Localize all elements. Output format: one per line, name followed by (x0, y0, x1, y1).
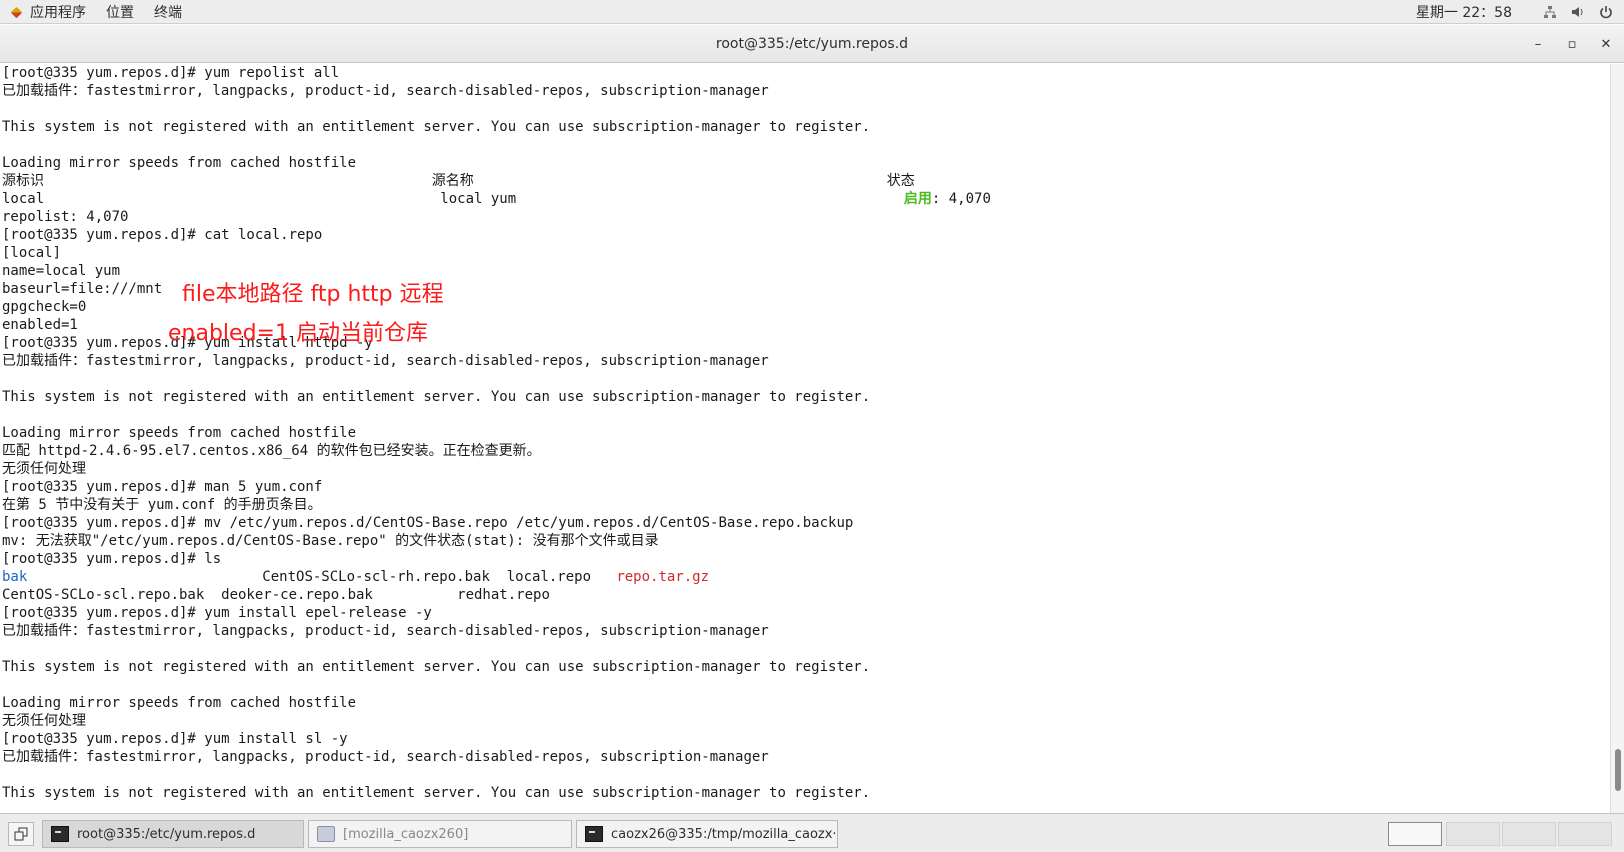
terminal-line: [root@335 yum.repos.d]# man 5 yum.conf (2, 479, 323, 495)
terminal-line: Loading mirror speeds from cached hostfi… (2, 155, 357, 171)
maximize-button[interactable]: ▫ (1562, 34, 1582, 54)
terminal-line: [root@335 yum.repos.d]# yum install sl -… (2, 731, 348, 747)
workspace-4[interactable] (1558, 822, 1612, 846)
terminal-line: Loading mirror speeds from cached hostfi… (2, 695, 357, 711)
bottom-panel: root@335:/etc/yum.repos.d [mozilla_caozx… (0, 813, 1624, 852)
terminal-line: This system is not registered with an en… (2, 119, 871, 135)
minimize-icon: – (1534, 36, 1542, 52)
terminal-menu[interactable]: 终端 (144, 0, 192, 24)
places-menu-label: 位置 (106, 4, 134, 21)
applications-menu[interactable]: 应用程序 (0, 0, 96, 24)
terminal-line: repolist: 4,070 (2, 209, 129, 225)
workspace-1[interactable] (1388, 822, 1442, 846)
close-button[interactable]: ✕ (1596, 34, 1616, 54)
applications-menu-label: 应用程序 (30, 4, 86, 21)
baseurl-annotation: file本地路径 ftp http 远程 (182, 282, 444, 307)
taskbar-item-folder[interactable]: [mozilla_caozx260] (308, 820, 572, 848)
terminal-line: 在第 5 节中没有关于 yum.conf 的手册页条目。 (2, 497, 322, 513)
network-icon[interactable] (1542, 4, 1558, 20)
power-icon[interactable] (1598, 4, 1614, 20)
task-label: root@335:/etc/yum.repos.d (77, 826, 256, 842)
minimize-button[interactable]: – (1528, 34, 1548, 54)
task-label: [mozilla_caozx260] (343, 826, 469, 842)
top-panel: 应用程序 位置 终端 星期一 22：58 (0, 0, 1624, 24)
ls-archive: repo.tar.gz (616, 569, 710, 585)
window-titlebar[interactable]: root@335:/etc/yum.repos.d – ▫ ✕ (0, 25, 1624, 63)
clock[interactable]: 星期一 22：58 (1416, 2, 1512, 22)
window-title: root@335:/etc/yum.repos.d (715, 36, 909, 52)
taskbar-item-terminal-tmp[interactable]: caozx26@335:/tmp/mozilla_caozx··· (576, 820, 838, 848)
task-label: caozx26@335:/tmp/mozilla_caozx··· (611, 826, 838, 842)
places-menu[interactable]: 位置 (96, 0, 144, 24)
terminal-output[interactable]: [root@335 yum.repos.d]# yum repolist all… (0, 64, 1610, 813)
ls-dir-bak: bak (2, 569, 28, 585)
workspace-3[interactable] (1502, 822, 1556, 846)
maximize-icon: ▫ (1567, 36, 1577, 52)
scrollbar-thumb[interactable] (1615, 749, 1621, 791)
ls-output-row: bak CentOS-SCLo-scl-rh.repo.bak local.rep… (2, 568, 1610, 586)
terminal-line: [root@335 yum.repos.d]# ls (2, 551, 222, 567)
terminal-line: [local] (2, 245, 62, 261)
terminal-line: 已加载插件：fastestmirror, langpacks, product-… (2, 83, 769, 99)
repolist-row: local local yum 启用: 4,070 (2, 190, 1610, 208)
terminal-line: [root@335 yum.repos.d]# yum install epel… (2, 605, 432, 621)
close-icon: ✕ (1600, 36, 1612, 52)
terminal-line: This system is not registered with an en… (2, 659, 871, 675)
repo-status-enabled: 启用 (903, 191, 932, 207)
terminal-line: This system is not registered with an en… (2, 785, 871, 801)
terminal-line: This system is not registered with an en… (2, 389, 871, 405)
terminal-line: mv: 无法获取"/etc/yum.repos.d/CentOS-Base.re… (2, 533, 659, 549)
ls-files: CentOS-SCLo-scl-rh.repo.bak local.repo (262, 569, 617, 585)
applications-icon (10, 5, 24, 19)
terminal-line: [root@335 yum.repos.d]# yum repolist all (2, 65, 340, 81)
volume-icon[interactable] (1570, 4, 1586, 20)
terminal-line: 无须任何处理 (2, 713, 86, 729)
terminal-icon (585, 826, 603, 842)
show-desktop-button[interactable] (8, 822, 34, 846)
show-desktop-icon (14, 827, 28, 841)
repo-status-count: : 4,070 (931, 191, 991, 207)
terminal-line: 已加载插件：fastestmirror, langpacks, product-… (2, 749, 769, 765)
terminal-line: Loading mirror speeds from cached hostfi… (2, 425, 357, 441)
terminal-line: 匹配 httpd-2.4.6-95.el7.centos.x86_64 的软件包… (2, 443, 541, 459)
enabled-annotation: enabled=1 启动当前仓库 (168, 321, 428, 346)
terminal-scrollbar[interactable] (1610, 64, 1624, 813)
terminal-line: 已加载插件：fastestmirror, langpacks, product-… (2, 623, 769, 639)
file-manager-icon (317, 826, 335, 842)
terminal-line: 已加载插件：fastestmirror, langpacks, product-… (2, 353, 769, 369)
terminal-icon (51, 826, 69, 842)
terminal-line: CentOS-SCLo-scl.repo.bak deoker-ce.repo.… (2, 587, 550, 603)
terminal-line: [root@335 yum.repos.d]# cat local.repo (2, 227, 323, 243)
terminal-menu-label: 终端 (154, 4, 182, 21)
terminal-line: [root@335 yum.repos.d]# mv /etc/yum.repo… (2, 515, 854, 531)
taskbar-item-terminal-root[interactable]: root@335:/etc/yum.repos.d (42, 820, 304, 848)
repo-row-text: local local yum (2, 191, 904, 207)
workspace-2[interactable] (1446, 822, 1500, 846)
terminal-line: 无须任何处理 (2, 461, 86, 477)
terminal-line: 源标识 源名称 状态 (2, 173, 915, 189)
